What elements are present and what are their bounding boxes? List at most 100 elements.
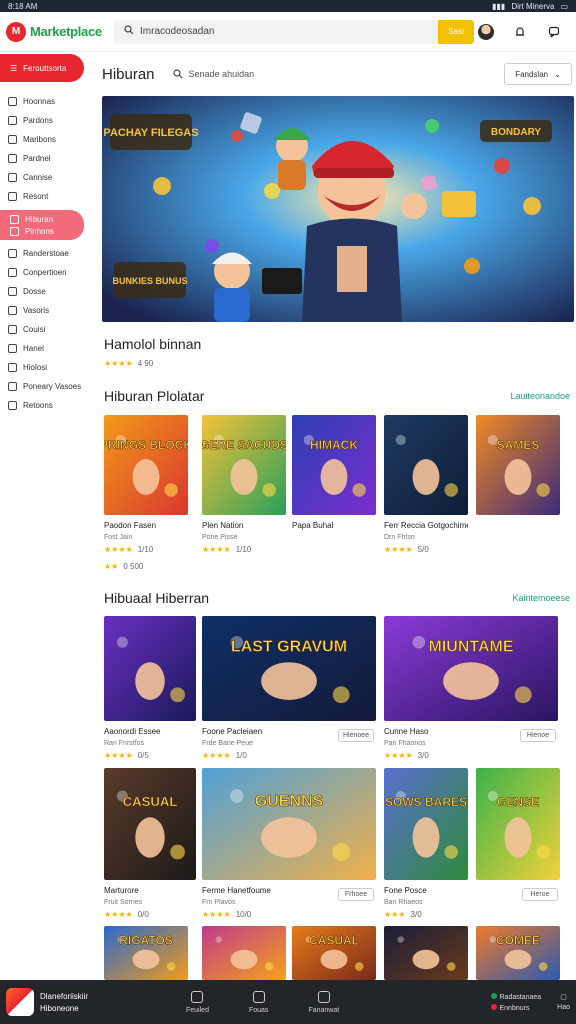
hero-banner[interactable]: PACHAY FILEGAS BONDARY BUNKIES BUNUS xyxy=(102,96,574,322)
game-card[interactable]: GERE SACUDS Plen Nation Pone Pisse ★★★★ 1/10 xyxy=(202,415,286,554)
page-search[interactable]: Senade ahuidan xyxy=(172,69,254,79)
sort-dropdown[interactable]: Fandslan ⌄ xyxy=(504,63,572,85)
game-name: Plen Nation xyxy=(202,521,244,530)
game-card[interactable]: Aaonordi Essee Ran Fnrstfos ★★★★ 0/5 xyxy=(104,616,196,760)
sidebar-item[interactable]: Cannise xyxy=(0,168,92,187)
sidebar-primary-button[interactable]: ☰ Ferouttsorta xyxy=(0,54,84,82)
sidebar-item[interactable]: Hoonnas xyxy=(0,92,92,111)
bottom-status-3: Hao xyxy=(557,1004,570,1011)
compass-icon xyxy=(252,990,265,1003)
sidebar-item[interactable]: Pardons xyxy=(0,111,92,130)
grid-icon xyxy=(191,990,204,1003)
game-thumbnail[interactable]: GERE SACUDS xyxy=(202,415,286,515)
avatar[interactable] xyxy=(478,23,494,40)
star-icon: ★★★★ xyxy=(202,545,231,554)
game-developer: Ran Fnrstfos xyxy=(104,740,145,747)
game-thumbnail[interactable]: LAST GRAVUM xyxy=(202,616,376,721)
game-developer: Drn Fhtsn xyxy=(384,534,415,541)
bottom-nav-label: Fouas xyxy=(248,1006,269,1014)
sidebar-item[interactable]: Hanel xyxy=(0,339,92,358)
game-card[interactable]: SAMES xyxy=(476,415,560,515)
sidebar-item[interactable]: Vasoris xyxy=(0,301,92,320)
game-card[interactable]: SPRINGS BLOCKS Paodon Fasen Fost Jain ★★★★ 1… xyxy=(104,415,188,554)
game-thumbnail[interactable] xyxy=(384,926,468,980)
game-rating: ★★★ 3/0 xyxy=(384,910,468,919)
genre-tag[interactable]: Frhoee xyxy=(338,888,374,901)
game-thumbnail[interactable]: SPRINGS BLOCKS xyxy=(104,415,188,515)
game-thumbnail[interactable]: CASUAL xyxy=(292,926,376,980)
globe-icon xyxy=(8,382,17,391)
bottom-nav-item[interactable]: Fananwat xyxy=(308,990,339,1014)
game-art: LAST GRAVUM xyxy=(202,616,376,721)
game-art: SAMES xyxy=(476,415,560,515)
game-thumbnail[interactable]: CASUAL xyxy=(104,768,196,880)
game-card[interactable]: HIMACK Papa Buhal xyxy=(292,415,376,530)
game-thumbnail[interactable]: HIMACK xyxy=(292,415,376,515)
game-card[interactable]: CASUAL Marturore Fruit Sornes ★★★★ 0/0 xyxy=(104,768,196,919)
star-icon: ★★★★ xyxy=(104,910,133,919)
rating-value: 10/0 xyxy=(235,910,252,919)
game-art: RIGATOS xyxy=(104,926,188,980)
game-rating: ★★★★ 0/0 xyxy=(104,910,196,919)
game-thumbnail[interactable]: SOWS BARES xyxy=(384,768,468,880)
sidebar-item[interactable]: Hiolosi xyxy=(0,358,92,377)
bottom-app-info[interactable]: Dlaneforiiskiir Hiboneone xyxy=(6,988,156,1016)
sidebar-item-label: Hoonnas xyxy=(23,97,56,106)
game-card[interactable] xyxy=(202,926,286,980)
bell-icon[interactable] xyxy=(512,24,528,40)
game-thumbnail[interactable]: SAMES xyxy=(476,415,560,515)
sidebar-item[interactable]: Dosse xyxy=(0,282,92,301)
game-thumbnail[interactable]: RIGATOS xyxy=(104,926,188,980)
game-thumbnail[interactable]: COMEE xyxy=(476,926,560,980)
see-all-link[interactable]: Lauiteonandoe xyxy=(510,391,574,401)
game-card[interactable]: MIUNTAME Cunne Haso Pan Fhaonos ★★★★ 3/0 Hien… xyxy=(384,616,558,760)
game-card[interactable]: RIGATOS xyxy=(104,926,188,980)
genre-tag[interactable]: Hienoe xyxy=(520,729,556,742)
game-name: Fone Posce xyxy=(384,886,427,895)
sidebar-item[interactable]: Maribons xyxy=(0,130,92,149)
hero-title[interactable]: Hamolol binnan xyxy=(104,336,201,352)
see-all-link[interactable]: Kaintemoeese xyxy=(512,593,574,603)
game-card[interactable]: LAST GRAVUM Foone Pacleiaen Frde Bane Peue… xyxy=(202,616,376,760)
bottom-nav-item[interactable]: Fouas xyxy=(248,990,269,1014)
game-card[interactable]: Ferr Reccia Gotgochimes Drn Fhtsn ★★★★ 5/0 xyxy=(384,415,468,554)
bottom-status: Radastanaea Ennbnurs xyxy=(490,992,542,1012)
star-icon: ★★★★ xyxy=(104,545,133,554)
game-thumbnail[interactable] xyxy=(202,926,286,980)
game-card[interactable]: SOWS BARES Fone Posce Ban Rhaeos ★★★ 3/0 xyxy=(384,768,468,919)
sidebar-item-active[interactable]: Hiburan Pinhons xyxy=(0,210,84,240)
chat-icon[interactable] xyxy=(546,24,562,40)
game-card[interactable] xyxy=(384,926,468,980)
game-card[interactable]: CASUAL xyxy=(292,926,376,980)
genre-tag[interactable]: Heroe xyxy=(522,888,558,901)
bottom-action[interactable]: ▢ Hao xyxy=(557,993,570,1011)
genre-tag[interactable]: Hienoee xyxy=(338,729,374,742)
sort-label: Fandslan xyxy=(515,69,549,79)
sidebar-item[interactable]: Poneary Vasoes xyxy=(0,377,92,396)
sidebar-primary-label: Ferouttsorta xyxy=(23,63,67,73)
game-thumbnail[interactable] xyxy=(104,616,196,721)
sidebar-item[interactable]: Pardnel xyxy=(0,149,92,168)
game-thumbnail[interactable] xyxy=(384,415,468,515)
sidebar-item-label: Hanel xyxy=(23,344,44,353)
sidebar-item-label: Resont xyxy=(23,192,49,201)
game-art: COMEE xyxy=(476,926,560,980)
search-input[interactable]: Imracodeosadan Sasi xyxy=(114,19,474,44)
game-card[interactable]: GENSE Heroe xyxy=(476,768,560,901)
search-button[interactable]: Sasi xyxy=(438,19,474,44)
sidebar-item[interactable]: Couisi xyxy=(0,320,92,339)
sidebar-item[interactable]: Conpertioen xyxy=(0,263,92,282)
sidebar-item[interactable]: Randerstoae xyxy=(0,244,92,263)
sidebar-item[interactable]: Retoons xyxy=(0,396,92,415)
game-card[interactable]: GUENNS Ferme Hanetfoume Frn Plavos ★★★★ 10/0… xyxy=(202,768,376,919)
game-card[interactable]: COMEE xyxy=(476,926,560,980)
bottom-status-1: Radastanaea xyxy=(499,993,542,1001)
sidebar-item[interactable]: Resont xyxy=(0,187,92,206)
game-thumbnail[interactable]: GENSE xyxy=(476,768,560,880)
game-name: Marturore xyxy=(104,886,139,895)
app-logo[interactable]: M Marketplace xyxy=(6,21,106,42)
bottom-nav-item[interactable]: Feuiled xyxy=(186,990,209,1014)
star-icon: ★★★ xyxy=(384,910,406,919)
game-thumbnail[interactable]: MIUNTAME xyxy=(384,616,558,721)
game-thumbnail[interactable]: GUENNS xyxy=(202,768,376,880)
